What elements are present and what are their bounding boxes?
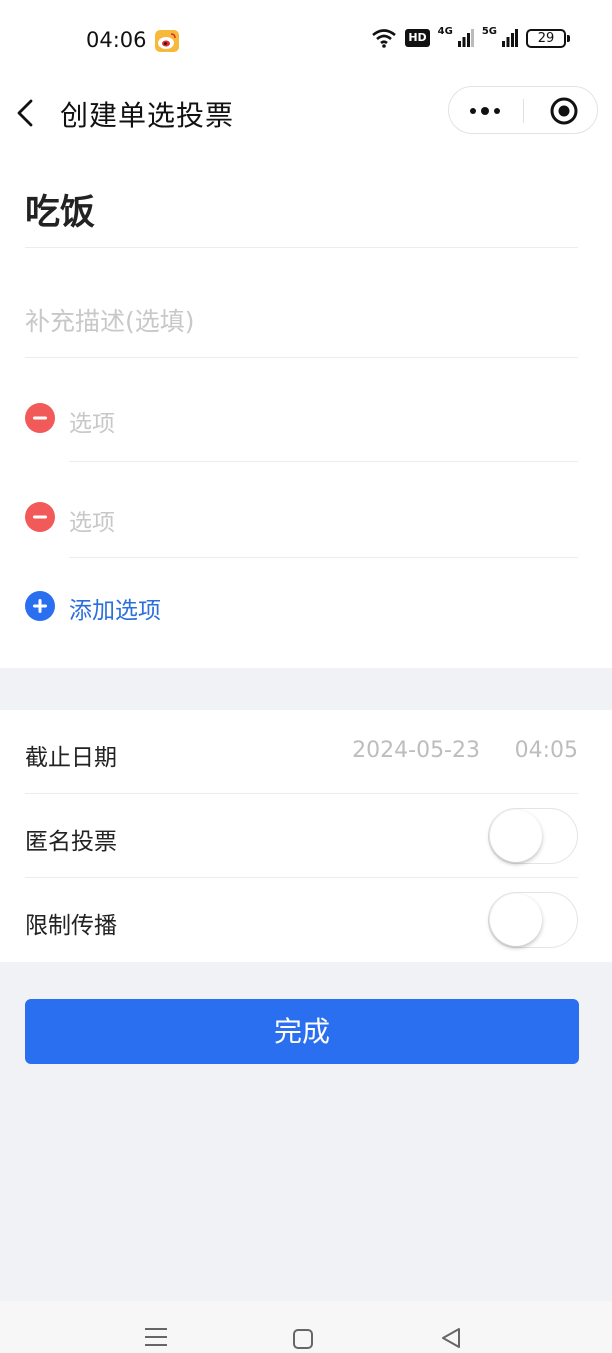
battery-indicator: 29 bbox=[526, 28, 570, 48]
status-icons: HD 4G 5G 29 bbox=[371, 26, 570, 48]
add-circle-icon bbox=[25, 591, 55, 621]
toggle-knob bbox=[490, 810, 542, 862]
deadline-label: 截止日期 bbox=[25, 745, 117, 771]
settings-card: 截止日期 2024-05-23 04:05 匿名投票 限制传播 bbox=[0, 710, 612, 962]
signal-4g-icon bbox=[457, 29, 474, 47]
back-arrow-icon[interactable] bbox=[14, 98, 38, 128]
close-target-icon[interactable] bbox=[549, 96, 579, 126]
more-dots-icon[interactable] bbox=[465, 99, 505, 123]
status-bar: 04:06 HD 4G 5G 29 bbox=[0, 0, 612, 82]
remove-option-icon[interactable] bbox=[25, 502, 55, 532]
back-triangle-icon[interactable] bbox=[441, 1327, 461, 1349]
weibo-icon bbox=[155, 30, 179, 52]
add-option-label: 添加选项 bbox=[69, 598, 161, 624]
menu-icon[interactable] bbox=[145, 1327, 167, 1347]
vote-title-input[interactable]: 吃饭 bbox=[25, 144, 578, 248]
hd-badge: HD bbox=[405, 29, 430, 47]
restrict-sharing-toggle[interactable] bbox=[488, 892, 578, 948]
toggle-knob bbox=[490, 894, 542, 946]
option-input[interactable]: 选项 bbox=[69, 503, 115, 537]
capsule-divider bbox=[523, 99, 524, 123]
vote-form: 吃饭 补充描述(选填) 选项 选项 添加选项 bbox=[0, 144, 612, 668]
vote-description-input[interactable]: 补充描述(选填) bbox=[25, 248, 578, 358]
option-input[interactable]: 选项 bbox=[69, 404, 115, 438]
anonymous-vote-toggle[interactable] bbox=[488, 808, 578, 864]
network-4g-label: 4G bbox=[437, 26, 453, 37]
deadline-row[interactable]: 截止日期 2024-05-23 04:05 bbox=[25, 710, 578, 794]
wifi-icon bbox=[372, 29, 397, 48]
signal-5g-icon bbox=[502, 29, 518, 47]
restrict-sharing-label: 限制传播 bbox=[25, 913, 117, 939]
miniprogram-capsule bbox=[448, 86, 598, 134]
anonymous-vote-label: 匿名投票 bbox=[25, 829, 117, 855]
option-row: 选项 bbox=[25, 462, 578, 558]
remove-option-icon[interactable] bbox=[25, 403, 55, 433]
page-title: 创建单选投票 bbox=[60, 99, 235, 132]
done-button[interactable]: 完成 bbox=[25, 999, 579, 1064]
anonymous-vote-row: 匿名投票 bbox=[25, 794, 578, 878]
system-nav-bar bbox=[0, 1301, 612, 1353]
nav-bar: 创建单选投票 bbox=[0, 82, 612, 144]
deadline-time[interactable]: 04:05 bbox=[515, 738, 578, 763]
deadline-date[interactable]: 2024-05-23 bbox=[352, 738, 480, 763]
restrict-sharing-row: 限制传播 bbox=[25, 878, 578, 962]
top-section: 04:06 HD 4G 5G 29 创建单选投票 吃饭 补充描述(选填) 选项 … bbox=[0, 0, 612, 668]
status-time: 04:06 bbox=[86, 28, 147, 52]
home-square-icon[interactable] bbox=[293, 1329, 313, 1349]
network-5g-label: 5G bbox=[481, 26, 497, 37]
option-row: 选项 bbox=[25, 358, 578, 462]
add-option-button[interactable]: 添加选项 bbox=[25, 558, 578, 668]
